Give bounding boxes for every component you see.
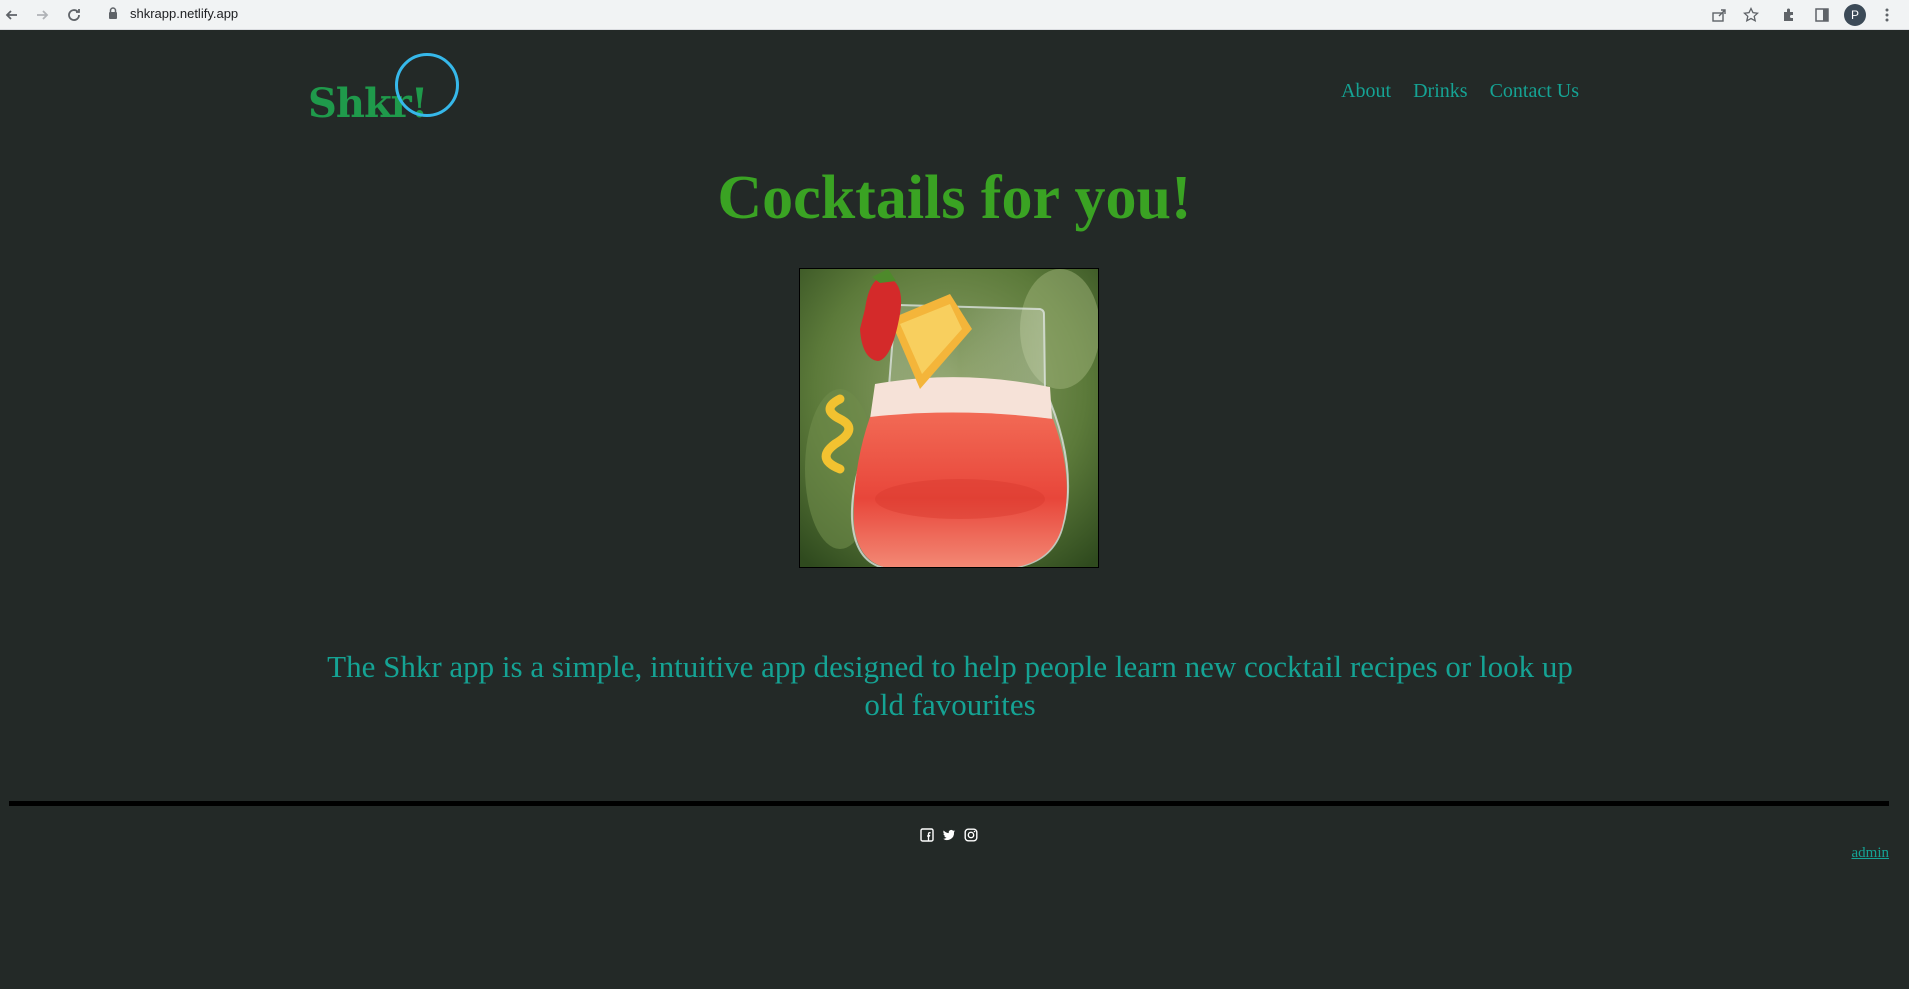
menu-icon[interactable] [1875,3,1899,27]
browser-toolbar: shkrapp.netlify.app P [0,0,1909,30]
footer-divider [9,801,1889,806]
facebook-icon[interactable] [920,828,934,842]
lock-icon [108,7,118,25]
share-icon[interactable] [1707,3,1731,27]
profile-avatar[interactable]: P [1843,3,1867,27]
social-links [920,828,978,842]
nav-drinks[interactable]: Drinks [1413,80,1467,103]
back-icon[interactable] [0,3,24,27]
side-panel-icon[interactable] [1810,3,1834,27]
hero-title: Cocktails for you! [717,164,1192,232]
url-text: shkrapp.netlify.app [130,6,239,21]
address-bar[interactable] [96,2,1716,28]
main-nav: About Drinks Contact Us [1341,80,1579,103]
cocktail-image [799,268,1099,568]
reload-icon[interactable] [62,3,86,27]
nav-about[interactable]: About [1341,80,1391,103]
app-description: The Shkr app is a simple, intuitive app … [327,649,1573,722]
star-icon[interactable] [1739,3,1763,27]
admin-link[interactable]: admin [1852,845,1890,862]
nav-contact-us[interactable]: Contact Us [1490,80,1579,103]
cursor-highlight-ring [395,53,459,117]
extensions-icon[interactable] [1777,3,1801,27]
instagram-icon[interactable] [964,828,978,842]
forward-icon[interactable] [30,3,54,27]
twitter-icon[interactable] [942,828,956,842]
